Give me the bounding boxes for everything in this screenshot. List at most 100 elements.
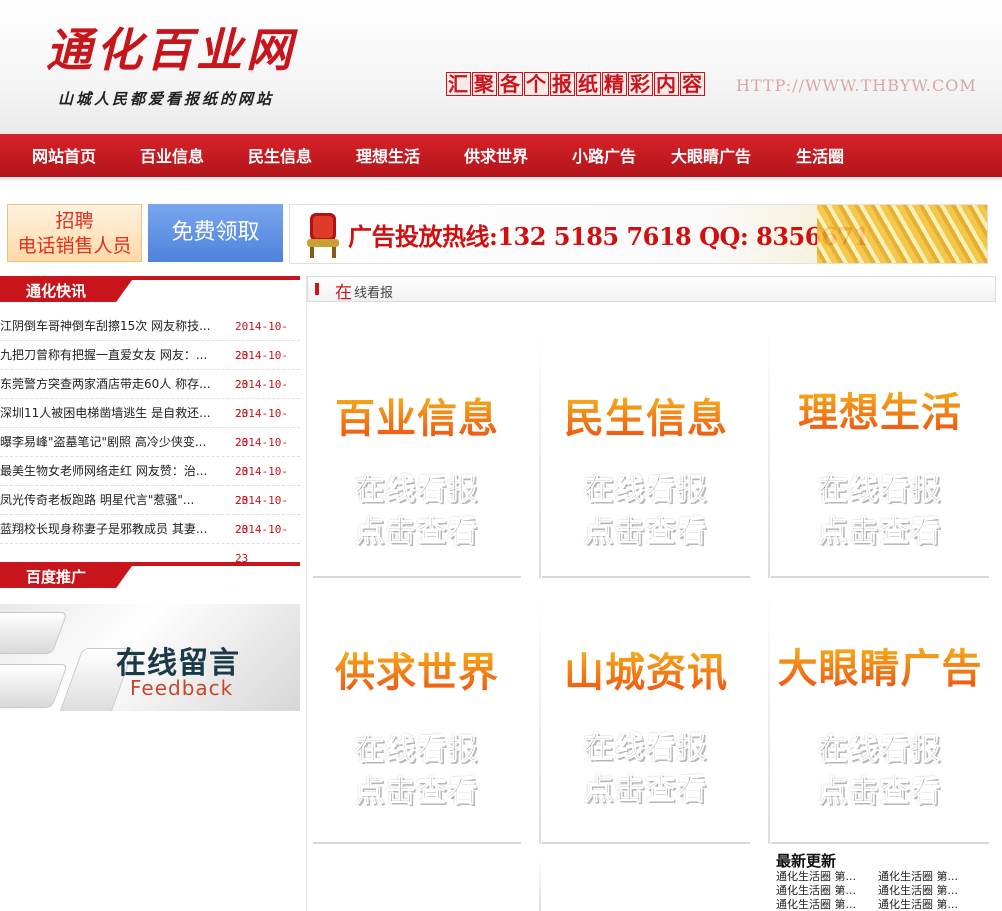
news-item[interactable]: 深圳11人被困电梯凿墙逃生 是自救还... 2014-10-23 [0, 399, 300, 449]
tile-divider [771, 842, 989, 844]
slogan-char: 汇 [446, 72, 471, 96]
news-section-header: 通化快讯 [0, 276, 300, 302]
news-item[interactable]: 蓝翔校长现身称妻子是邪教成员 其妻... 2014-10-23 [0, 515, 300, 565]
nav-dayanjing-ads[interactable]: 大眼睛广告 [671, 134, 751, 180]
ad-hotline-banner[interactable]: 广告投放热线:132 5185 7618 QQ: 8356671 [289, 204, 988, 264]
tile-line2: 点击查看 [583, 514, 708, 549]
logo-title: 通化百业网 [46, 23, 296, 77]
main-nav: 网站首页 百业信息 民生信息 理想生活 供求世界 小路广告 大眼睛广告 生活圈 [0, 134, 1002, 180]
newspaper-tile[interactable]: 供求世界 在线看报 点击查看 [313, 592, 521, 844]
online-newspaper-header: 在 线看报 [307, 276, 996, 303]
news-item[interactable]: 九把刀曾称有把握一直爱女友 网友：... 2014-10-23 [0, 341, 300, 391]
slogan-char: 各 [498, 72, 523, 96]
free-claim-ad[interactable]: 免费领取 [148, 204, 283, 262]
online-head-first: 在 [335, 283, 352, 303]
nav-minsheng-info[interactable]: 民生信息 [248, 134, 312, 180]
keyboard-key [0, 612, 68, 654]
update-link[interactable]: 通化生活圈 第... [878, 884, 980, 898]
news-item[interactable]: 凤光传奇老板跑路 明星代言"惹骚"... 2014-10-23 [0, 486, 300, 536]
feedback-banner[interactable]: 在线留言 Feedback [0, 604, 300, 711]
site-logo[interactable]: 通化百业网 山城人民都爱看报纸的网站 [46, 24, 296, 109]
tile-divider [313, 842, 521, 844]
tile-line2: 点击查看 [354, 514, 479, 549]
news-item[interactable]: 东莞警方突查两家酒店带走60人 称存... 2014-10-23 [0, 370, 300, 420]
tile-edge [539, 858, 541, 911]
updates-row: 通化生活圈 第... 通化生活圈 第... [776, 884, 996, 898]
tile-title: 百业信息 [313, 386, 521, 444]
tile-edge [539, 592, 541, 844]
tile-title: 供求世界 [313, 640, 521, 698]
tile-title: 大眼睛广告 [771, 636, 989, 694]
nav-life-circle[interactable]: 生活圈 [796, 134, 844, 180]
news-item[interactable]: 最美生物女老师网络走红 网友赞：治... 2014-10-23 [0, 457, 300, 507]
header-marker-icon [315, 283, 319, 295]
recruit-ad[interactable]: 招聘 电话销售人员 [7, 204, 142, 262]
tile-title: 理想生活 [771, 380, 989, 438]
ad-hotline-text: 广告投放热线:132 5185 7618 QQ: 8356671 [348, 222, 870, 251]
gold-coins-decoration [817, 205, 987, 263]
news-title[interactable]: 最美生物女老师网络走红 网友赞：治... [0, 457, 222, 486]
slogan-char: 内 [654, 72, 679, 96]
nav-home[interactable]: 网站首页 [32, 134, 96, 180]
tile-divider [313, 576, 521, 578]
left-column: 通化快讯 江阴倒车哥神倒车刮擦15次 网友称技... 2014-10-23 九把刀… [0, 276, 300, 711]
tile-line1: 在线看报 [583, 730, 708, 765]
newspaper-tile[interactable]: 百业信息 在线看报 点击查看 [313, 326, 521, 578]
tile-line1: 在线看报 [354, 472, 479, 507]
logo-subtitle: 山城人民都爱看报纸的网站 [58, 90, 275, 108]
news-title[interactable]: 曝李易峰"盗墓笔记"剧照 高冷少侠变... [0, 428, 222, 457]
tile-title: 民生信息 [542, 386, 750, 444]
news-title[interactable]: 蓝翔校长现身称妻子是邪教成员 其妻... [0, 515, 222, 544]
nav-ideal-life[interactable]: 理想生活 [356, 134, 420, 180]
slogan-char: 纸 [576, 72, 601, 96]
online-head-rest: 线看报 [354, 286, 394, 301]
news-title[interactable]: 九把刀曾称有把握一直爱女友 网友：... [0, 341, 222, 370]
nav-supply-demand[interactable]: 供求世界 [464, 134, 528, 180]
tile-line2: 点击查看 [817, 514, 942, 549]
update-link[interactable]: 通化生活圈 第... [776, 898, 878, 911]
tile-line1: 在线看报 [817, 472, 942, 507]
news-list: 江阴倒车哥神倒车刮擦15次 网友称技... 2014-10-23 九把刀曾称有把握… [0, 312, 300, 565]
keyboard-key [0, 664, 69, 708]
news-title[interactable]: 江阴倒车哥神倒车刮擦15次 网友称技... [0, 312, 222, 341]
news-title[interactable]: 东莞警方突查两家酒店带走60人 称存... [0, 370, 222, 399]
promo-section-header: 百度推广 [0, 562, 300, 588]
tile-line2: 点击查看 [817, 774, 942, 809]
online-newspaper-panel: 在 线看报 百业信息 在线看报 点击查看 民生信息 在线看报 点击查看 理想生活… [307, 276, 1002, 911]
tile-line2: 点击查看 [583, 772, 708, 807]
site-url: HTTP://WWW.THBYW.COM [736, 76, 977, 95]
newspaper-tile[interactable]: 大眼睛广告 在线看报 点击查看 [768, 592, 989, 844]
newspaper-tile[interactable]: 山城资讯 在线看报 点击查看 [539, 592, 750, 844]
slogan-char: 个 [524, 72, 549, 96]
nav-baiye-info[interactable]: 百业信息 [140, 134, 204, 180]
tile-line1: 在线看报 [817, 732, 942, 767]
slogan-char: 精 [602, 72, 627, 96]
news-item[interactable]: 曝李易峰"盗墓笔记"剧照 高冷少侠变... 2014-10-23 [0, 428, 300, 478]
tile-divider [542, 842, 750, 844]
header-slogan: 汇聚各个报纸精彩内容 [446, 71, 706, 97]
newspaper-tile[interactable] [539, 858, 750, 911]
tile-edge [539, 326, 541, 578]
nav-xiaolu-ads[interactable]: 小路广告 [572, 134, 636, 180]
updates-row: 通化生活圈 第... 通化生活圈 第... [776, 870, 996, 884]
update-link[interactable]: 通化生活圈 第... [878, 870, 980, 884]
latest-updates: 最新更新 通化生活圈 第... 通化生活圈 第... 通化生活圈 第... 通化生活… [776, 852, 996, 911]
newspaper-tile[interactable]: 理想生活 在线看报 点击查看 [768, 326, 989, 578]
update-link[interactable]: 通化生活圈 第... [776, 884, 878, 898]
tile-title: 山城资讯 [542, 640, 750, 698]
news-title[interactable]: 凤光传奇老板跑路 明星代言"惹骚"... [0, 486, 222, 515]
slogan-char: 聚 [472, 72, 497, 96]
updates-row: 通化生活圈 第... 通化生活圈 第... [776, 898, 996, 911]
news-title[interactable]: 深圳11人被困电梯凿墙逃生 是自救还... [0, 399, 222, 428]
newspaper-tile[interactable]: 民生信息 在线看报 点击查看 [539, 326, 750, 578]
news-item[interactable]: 江阴倒车哥神倒车刮擦15次 网友称技... 2014-10-23 [0, 312, 300, 362]
throne-chair-icon [307, 213, 339, 258]
tile-line1: 在线看报 [354, 732, 479, 767]
update-link[interactable]: 通化生活圈 第... [878, 898, 980, 911]
recruit-line2: 电话销售人员 [17, 235, 132, 257]
newspaper-tile[interactable] [313, 858, 521, 911]
tile-line2: 点击查看 [354, 774, 479, 809]
update-link[interactable]: 通化生活圈 第... [776, 870, 878, 884]
feedback-subtitle: Feedback [130, 676, 234, 700]
slogan-char: 彩 [628, 72, 653, 96]
